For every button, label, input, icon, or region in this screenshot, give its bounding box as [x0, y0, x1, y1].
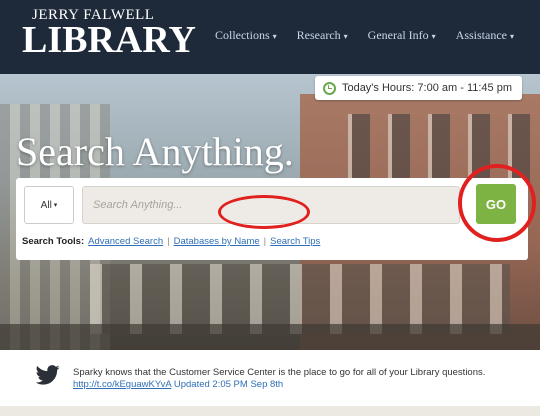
page-title: Search Anything.	[16, 129, 294, 174]
go-button[interactable]: GO	[476, 184, 516, 224]
search-scope-dropdown[interactable]: All ▾	[24, 186, 74, 224]
hero-banner: Today's Hours: 7:00 am - 11:45 pm Search…	[0, 74, 540, 350]
tweet-link[interactable]: http://t.co/kEguawKYvA	[73, 379, 171, 390]
chevron-down-icon: ▾	[343, 32, 348, 41]
library-logo[interactable]: JERRY FALWELL LIBRARY	[22, 8, 196, 61]
twitter-bird-icon[interactable]	[36, 364, 60, 386]
nav-research[interactable]: Research ▾	[297, 28, 348, 43]
databases-by-name-link[interactable]: Databases by Name	[174, 236, 260, 247]
background-ground	[0, 324, 540, 350]
tweet-text: Sparky knows that the Customer Service C…	[73, 367, 513, 391]
todays-hours-badge[interactable]: Today's Hours: 7:00 am - 11:45 pm	[314, 76, 522, 100]
background-building-windows	[330, 114, 530, 184]
search-tips-link[interactable]: Search Tips	[270, 236, 320, 247]
nav-assistance[interactable]: Assistance ▾	[456, 28, 514, 43]
search-panel: All▾ GO Search Tools: Advanced Search | …	[16, 164, 536, 260]
nav-collections-label: Collections	[214, 28, 270, 42]
nav-general-info[interactable]: General Info ▾	[368, 28, 436, 43]
advanced-search-link[interactable]: Advanced Search	[88, 236, 163, 247]
tweet-timestamp[interactable]: Updated 2:05 PM Sep 8th	[174, 379, 283, 390]
tools-separator: |	[167, 236, 170, 247]
tools-separator: |	[263, 236, 267, 247]
chevron-down-icon: ▾	[272, 32, 277, 41]
search-input[interactable]	[82, 186, 460, 224]
search-tools: Search Tools: Advanced Search | Database…	[22, 236, 320, 247]
logo-main-text: LIBRARY	[22, 19, 196, 61]
search-scope-label: All	[40, 199, 52, 211]
twitter-feed: Sparky knows that the Customer Service C…	[0, 350, 540, 406]
nav-assistance-label: Assistance	[455, 28, 507, 42]
footer-band	[0, 406, 540, 416]
tweet-body: Sparky knows that the Customer Service C…	[73, 367, 486, 378]
chevron-down-icon: ▾	[431, 32, 436, 41]
nav-collections[interactable]: Collections ▾	[215, 28, 277, 43]
chevron-down-icon: ▾	[509, 32, 514, 41]
chevron-down-icon: ▾	[53, 202, 58, 209]
search-tools-label: Search Tools:	[22, 236, 85, 247]
todays-hours-text: Today's Hours: 7:00 am - 11:45 pm	[341, 82, 512, 94]
nav-research-label: Research	[296, 28, 341, 42]
clock-icon	[322, 81, 336, 95]
site-header: JERRY FALWELL LIBRARY Collections ▾ Resea…	[0, 0, 540, 74]
nav-general-info-label: General Info	[367, 28, 429, 42]
main-nav: Collections ▾ Research ▾ General Info ▾ Ass…	[215, 28, 514, 43]
